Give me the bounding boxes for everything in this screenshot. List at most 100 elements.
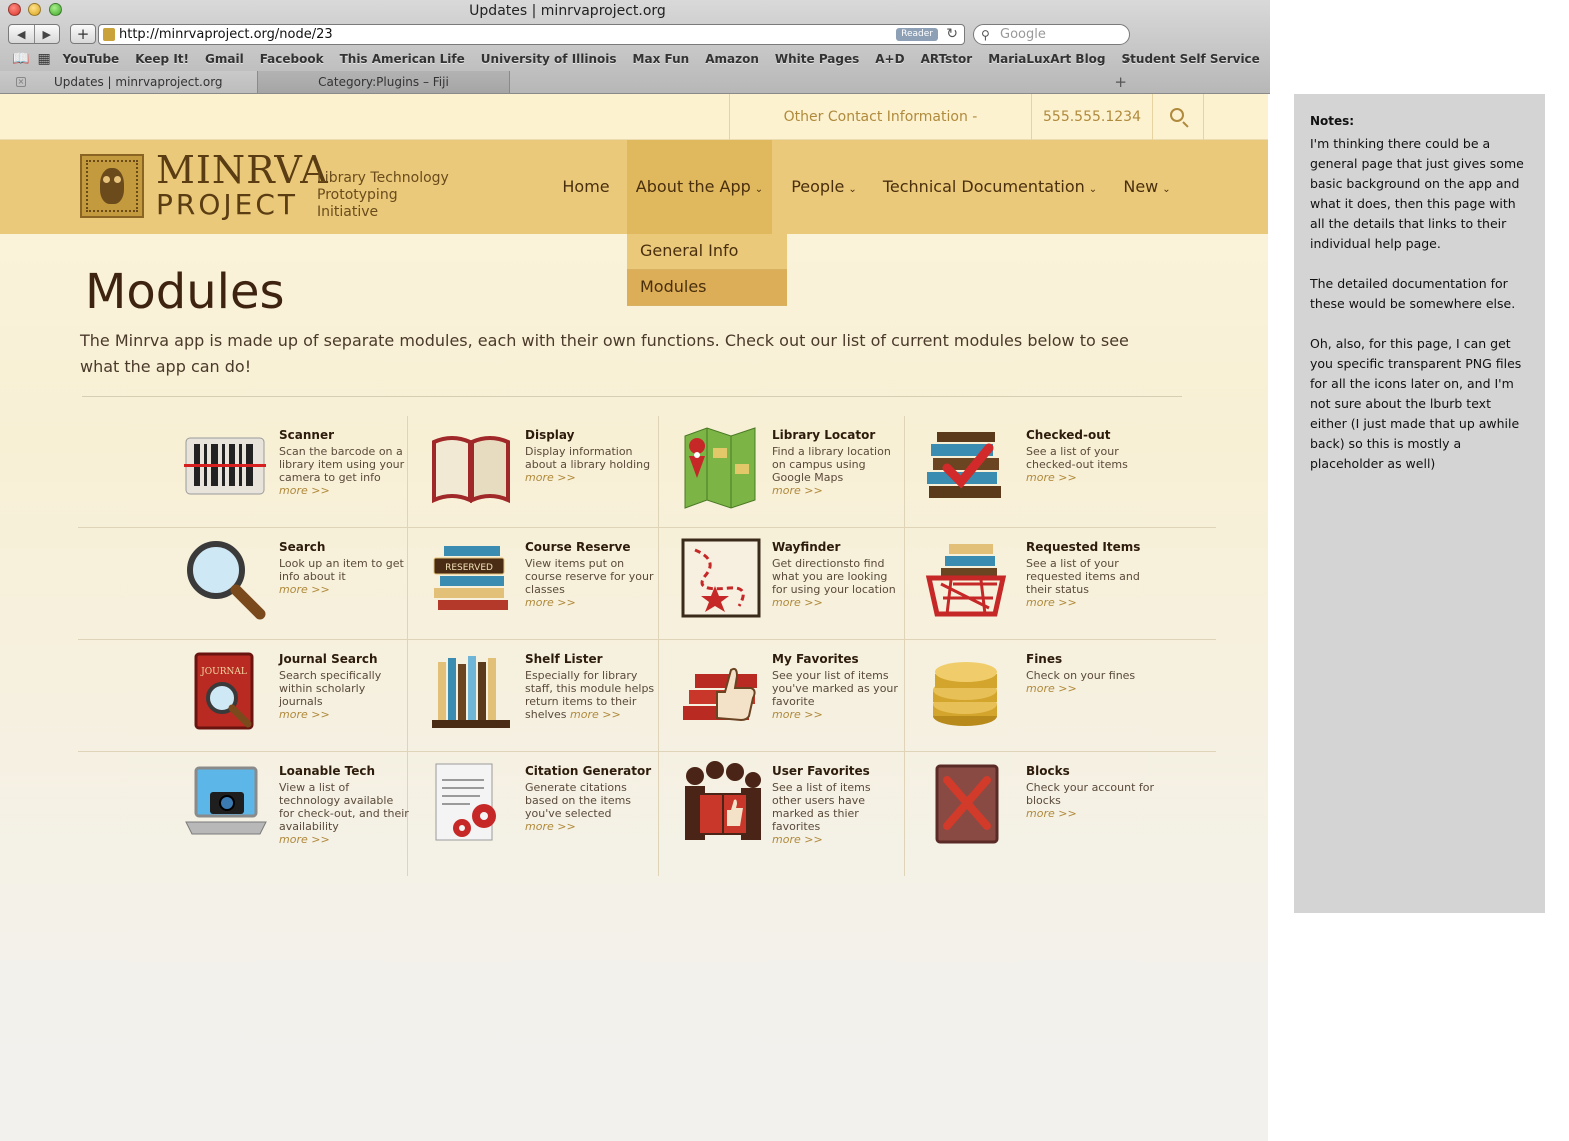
new-tab-icon[interactable]: + bbox=[1114, 71, 1127, 93]
more-link[interactable]: more >> bbox=[772, 708, 823, 721]
owl-logo-icon[interactable] bbox=[80, 154, 144, 218]
module-fines[interactable]: Fines Check on your fines more >> bbox=[905, 640, 1216, 751]
contact-info-link[interactable]: Other Contact Information - email@uiuc.e… bbox=[729, 94, 1031, 171]
bookmark-item[interactable]: A+D bbox=[875, 52, 904, 66]
module-name[interactable]: Blocks bbox=[1026, 764, 1156, 778]
search-engine-field[interactable]: ⚲ Google bbox=[973, 24, 1130, 45]
nav-new[interactable]: New ⌄ bbox=[1112, 140, 1182, 234]
more-link[interactable]: more >> bbox=[279, 484, 330, 497]
bookmark-item[interactable]: Amazon bbox=[705, 52, 759, 66]
barcode-scanner-icon bbox=[184, 437, 266, 495]
module-name[interactable]: Checked-out bbox=[1026, 428, 1156, 442]
more-link[interactable]: more >> bbox=[1026, 807, 1077, 820]
module-requested-items[interactable]: Requested Items See a list of your reque… bbox=[905, 528, 1216, 639]
module-name[interactable]: Library Locator bbox=[772, 428, 902, 442]
tab-fiji-plugins[interactable]: Category:Plugins – Fiji bbox=[258, 71, 510, 93]
more-link[interactable]: more >> bbox=[772, 484, 823, 497]
brand-subname[interactable]: PROJECT bbox=[156, 188, 298, 221]
module-scanner[interactable]: Scanner Scan the barcode on a library it… bbox=[78, 416, 408, 527]
address-bar[interactable]: http://minrvaproject.org/node/23 Reader … bbox=[98, 24, 965, 45]
module-name[interactable]: Fines bbox=[1026, 652, 1156, 666]
module-my-favorites[interactable]: My Favorites See your list of items you'… bbox=[659, 640, 905, 751]
module-display[interactable]: Display Display information about a libr… bbox=[408, 416, 659, 527]
divider bbox=[82, 396, 1182, 397]
more-link[interactable]: more >> bbox=[279, 583, 330, 596]
module-name[interactable]: Course Reserve bbox=[525, 540, 655, 554]
more-link[interactable]: more >> bbox=[279, 833, 330, 846]
bookmark-item[interactable]: YouTube bbox=[63, 52, 120, 66]
bookmark-item[interactable]: This American Life bbox=[340, 52, 465, 66]
module-loanable-tech[interactable]: Loanable Tech View a list of technology … bbox=[78, 752, 409, 876]
bookmark-item[interactable]: ARTstor bbox=[921, 52, 973, 66]
module-search[interactable]: Search Look up an item to get info about… bbox=[78, 528, 408, 639]
more-link[interactable]: more >> bbox=[570, 708, 621, 721]
add-bookmark-button[interactable]: + bbox=[70, 24, 96, 44]
bookmark-item[interactable]: Gmail bbox=[205, 52, 244, 66]
bookmark-item[interactable]: Student Self Service bbox=[1122, 52, 1260, 66]
browser-chrome: Updates | minrvaproject.org ◀ ▶ + http:/… bbox=[0, 0, 1270, 94]
page-title: Modules bbox=[85, 264, 285, 320]
nav-home[interactable]: Home bbox=[548, 140, 624, 234]
module-name[interactable]: Shelf Lister bbox=[525, 652, 655, 666]
reload-icon[interactable]: ↻ bbox=[946, 25, 958, 44]
more-link[interactable]: more >> bbox=[1026, 682, 1077, 695]
bookmark-item[interactable]: White Pages bbox=[775, 52, 859, 66]
module-description: See a list of your checked-out items more… bbox=[1026, 445, 1128, 484]
module-user-favorites[interactable]: User Favorites See a list of items other… bbox=[659, 752, 905, 876]
module-journal-search[interactable]: JOURNAL Journal Search Search specifical… bbox=[78, 640, 408, 751]
top-sites-grid-icon[interactable]: ▦ bbox=[37, 51, 50, 67]
module-name[interactable]: Wayfinder bbox=[772, 540, 902, 554]
phone-number: 555.555.1234 bbox=[1031, 94, 1152, 140]
nav-people[interactable]: People ⌄ bbox=[778, 140, 870, 234]
back-arrow-icon[interactable]: ◀ bbox=[9, 25, 34, 43]
menu-item-general-info[interactable]: General Info bbox=[627, 234, 787, 270]
module-name[interactable]: Citation Generator bbox=[525, 764, 655, 778]
more-bookmarks-chevron-icon[interactable]: » bbox=[1124, 52, 1131, 66]
module-citation-generator[interactable]: Citation Generator Generate citations ba… bbox=[408, 752, 659, 876]
module-blocks[interactable]: Blocks Check your account for blocks more… bbox=[905, 752, 1216, 876]
brand-name[interactable]: MINRVA bbox=[156, 148, 329, 192]
module-name[interactable]: Search bbox=[279, 540, 409, 554]
more-link[interactable]: more >> bbox=[525, 596, 576, 609]
module-course-reserve[interactable]: RESERVED Course Reserve View items put o… bbox=[408, 528, 659, 639]
module-library-locator[interactable]: Library Locator Find a library location … bbox=[659, 416, 905, 527]
forward-arrow-icon[interactable]: ▶ bbox=[33, 25, 60, 43]
more-link[interactable]: more >> bbox=[1026, 471, 1077, 484]
bookmark-item[interactable]: Max Fun bbox=[633, 52, 690, 66]
more-link[interactable]: more >> bbox=[772, 596, 823, 609]
reader-button[interactable]: Reader bbox=[896, 28, 938, 41]
module-checked-out[interactable]: Checked-out See a list of your checked-o… bbox=[905, 416, 1216, 527]
more-link[interactable]: more >> bbox=[525, 471, 576, 484]
bookmark-item[interactable]: Facebook bbox=[260, 52, 324, 66]
reading-list-icon[interactable]: 📖 bbox=[12, 51, 29, 67]
site-search-button[interactable] bbox=[1152, 94, 1204, 140]
more-link[interactable]: more >> bbox=[1026, 596, 1077, 609]
bookmark-item[interactable]: MariaLuxArt Blog bbox=[988, 52, 1105, 66]
close-tab-icon[interactable]: × bbox=[16, 77, 26, 87]
module-name[interactable]: Loanable Tech bbox=[279, 764, 409, 778]
note-paragraph: Oh, also, for this page, I can get you s… bbox=[1310, 336, 1522, 471]
module-name[interactable]: My Favorites bbox=[772, 652, 902, 666]
route-map-icon bbox=[681, 538, 761, 618]
blocked-book-icon bbox=[935, 764, 999, 844]
more-link[interactable]: more >> bbox=[772, 833, 823, 846]
nav-about-the-app[interactable]: About the App ⌄ bbox=[627, 140, 772, 234]
bookmark-item[interactable]: Keep It! bbox=[135, 52, 189, 66]
module-shelf-lister[interactable]: Shelf Lister Especially for library staf… bbox=[408, 640, 659, 751]
bookmark-item[interactable]: University of Illinois bbox=[481, 52, 617, 66]
module-name[interactable]: Journal Search bbox=[279, 652, 409, 666]
module-wayfinder[interactable]: Wayfinder Get directionsto find what you… bbox=[659, 528, 905, 639]
module-text: Checked-out See a list of your checked-o… bbox=[1026, 428, 1156, 484]
more-link[interactable]: more >> bbox=[525, 820, 576, 833]
tab-updates[interactable]: × Updates | minrvaproject.org bbox=[0, 71, 258, 93]
module-name[interactable]: Display bbox=[525, 428, 655, 442]
module-text: Search Look up an item to get info about… bbox=[279, 540, 409, 596]
more-link[interactable]: more >> bbox=[279, 708, 330, 721]
modules-row: Search Look up an item to get info about… bbox=[78, 528, 1216, 640]
module-name[interactable]: Requested Items bbox=[1026, 540, 1156, 554]
menu-item-modules[interactable]: Modules bbox=[627, 270, 787, 306]
module-name[interactable]: Scanner bbox=[279, 428, 409, 442]
nav-technical-documentation[interactable]: Technical Documentation ⌄ bbox=[880, 140, 1100, 234]
chevron-down-icon: ⌄ bbox=[1162, 184, 1171, 195]
module-name[interactable]: User Favorites bbox=[772, 764, 902, 778]
